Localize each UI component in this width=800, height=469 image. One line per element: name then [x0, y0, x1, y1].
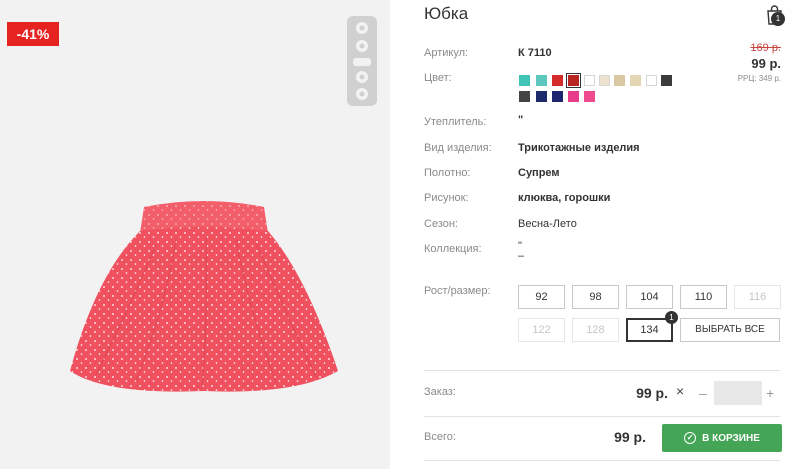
size-option-116: 116 [734, 285, 781, 309]
collection-value-2: – [518, 250, 525, 262]
recommended-retail-price: РРЦ: 349 р. [737, 74, 781, 83]
fabric-value: Супрем [518, 167, 560, 179]
discount-badge: -41% [7, 22, 59, 46]
brand-logo [347, 16, 377, 106]
quantity-input[interactable] [714, 381, 762, 405]
season-value: Весна-Лето [518, 218, 577, 230]
pattern-value: клюква, горошки [518, 192, 611, 204]
color-swatch-navy-2[interactable] [552, 91, 563, 102]
remove-icon[interactable]: × [676, 383, 684, 399]
season-label: Сезон: [424, 218, 458, 230]
size-label: Рост/размер: [424, 285, 491, 297]
color-swatch-beige[interactable] [614, 75, 625, 86]
insulation-label: Утеплитель: [424, 116, 487, 128]
in-cart-button-label: В КОРЗИНЕ [702, 432, 760, 444]
color-swatch-dark-grey[interactable] [519, 91, 530, 102]
size-option-128: 128 [572, 318, 619, 342]
pattern-label: Рисунок: [424, 192, 469, 204]
color-swatch-pink[interactable] [568, 91, 579, 102]
product-title: Юбка [424, 4, 469, 23]
color-swatch-sand[interactable] [630, 75, 641, 86]
color-swatch-cream[interactable] [599, 75, 610, 86]
color-swatch-navy[interactable] [536, 91, 547, 102]
order-price: 99 р. [636, 385, 668, 401]
divider [424, 370, 780, 371]
in-cart-button[interactable]: ✓ В КОРЗИНЕ [662, 424, 782, 452]
product-type-label: Вид изделия: [424, 142, 492, 154]
fabric-label: Полотно: [424, 167, 471, 179]
color-swatch-mint[interactable] [536, 75, 547, 86]
color-swatch-crimson-selected[interactable] [566, 73, 581, 88]
increase-quantity-button[interactable]: + [766, 385, 774, 401]
color-swatch-hot-pink[interactable] [584, 91, 595, 102]
order-label: Заказ: [424, 386, 456, 398]
check-circle-icon: ✓ [684, 432, 697, 444]
color-swatch-red[interactable] [552, 75, 563, 86]
size-option-110[interactable]: 110 [680, 285, 727, 309]
size-option-98[interactable]: 98 [572, 285, 619, 309]
total-price: 99 р. [614, 429, 646, 445]
product-photo-skirt [70, 201, 338, 392]
decrease-quantity-button[interactable]: – [699, 385, 707, 401]
color-label: Цвет: [424, 72, 452, 84]
color-swatch-white[interactable] [584, 75, 595, 86]
current-price: 99 р. [751, 56, 781, 71]
collection-label: Коллекция: [424, 243, 482, 255]
size-option-122: 122 [518, 318, 565, 342]
product-image-panel: -41% [0, 0, 390, 469]
size-option-92[interactable]: 92 [518, 285, 565, 309]
article-value: К 7110 [518, 47, 552, 59]
color-swatch-white-2[interactable] [646, 75, 657, 86]
divider [424, 416, 780, 417]
insulation-value: " [518, 114, 524, 126]
select-all-sizes-button[interactable]: ВЫБРАТЬ ВСЕ [680, 318, 780, 342]
old-price: 169 р. [750, 42, 781, 54]
article-label: Артикул: [424, 47, 469, 59]
color-swatch-teal[interactable] [519, 75, 530, 86]
divider [424, 460, 780, 461]
product-type-value: Трикотажные изделия [518, 142, 640, 154]
color-swatch-charcoal[interactable] [661, 75, 672, 86]
cart-count-badge: 1 [771, 12, 785, 26]
size-quantity-badge: 1 [665, 311, 678, 324]
total-label: Всего: [424, 431, 456, 443]
size-option-104[interactable]: 104 [626, 285, 673, 309]
